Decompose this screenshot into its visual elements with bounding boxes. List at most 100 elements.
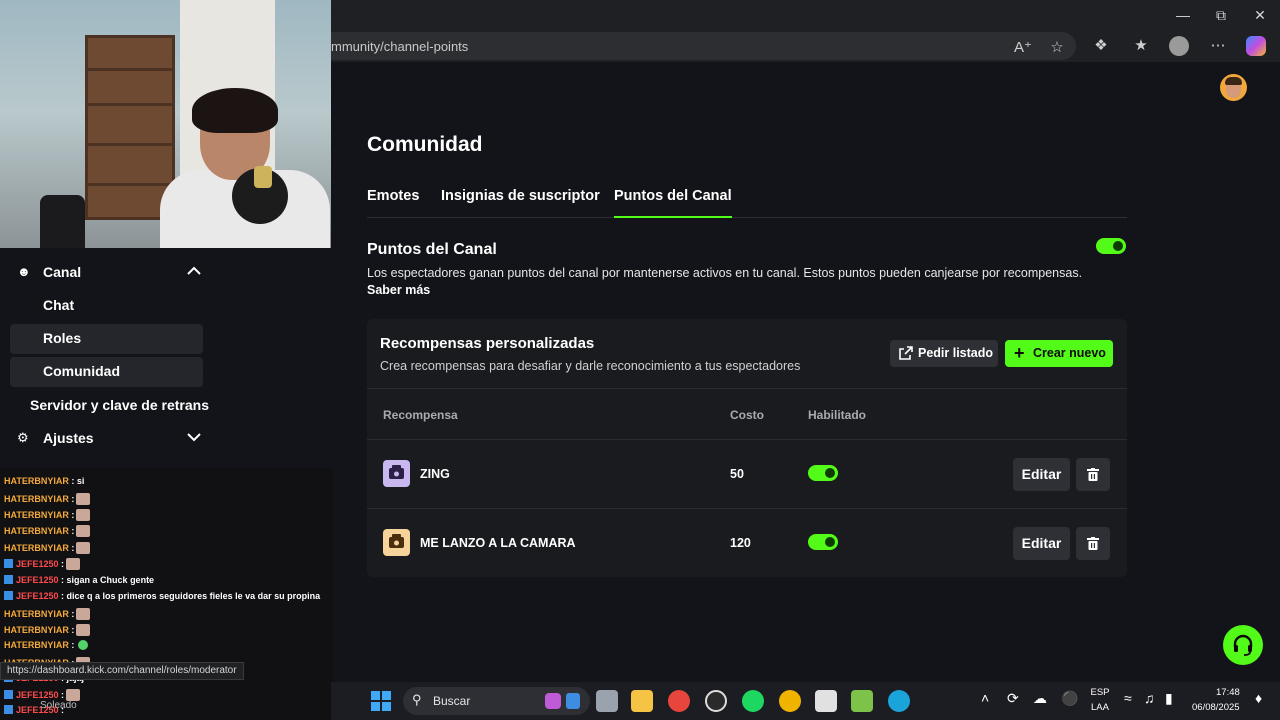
emote-icon bbox=[76, 608, 91, 620]
table-header: Recompensa Costo Habilitado bbox=[367, 388, 1127, 440]
create-new-label: Crear nuevo bbox=[1033, 346, 1106, 360]
sidebar-item-label: Comunidad bbox=[43, 363, 120, 379]
extensions-icon[interactable]: ❖ bbox=[1091, 36, 1111, 56]
edit-button[interactable]: Editar bbox=[1013, 527, 1070, 560]
close-icon[interactable]: ✕ bbox=[1248, 5, 1272, 25]
learn-more-link[interactable]: Saber más bbox=[367, 283, 430, 297]
reward-enabled-toggle[interactable] bbox=[808, 465, 838, 481]
channel-points-toggle[interactable] bbox=[1096, 238, 1126, 254]
edge-icon[interactable] bbox=[888, 690, 910, 712]
notepad-icon[interactable] bbox=[815, 690, 837, 712]
favorite-star-icon[interactable]: ☆ bbox=[1047, 38, 1067, 58]
microphone-capsule bbox=[254, 166, 272, 188]
notification-bell-icon[interactable]: ♦ bbox=[1255, 690, 1262, 706]
tab-emotes[interactable]: Emotes bbox=[367, 188, 419, 204]
emote-icon bbox=[76, 509, 91, 521]
sync-icon[interactable]: ⟳ bbox=[1007, 690, 1019, 707]
external-link-icon bbox=[899, 346, 913, 360]
restore-icon[interactable]: ⧉ bbox=[1209, 5, 1233, 25]
chrome-icon[interactable] bbox=[668, 690, 690, 712]
read-aloud-icon[interactable]: A⁺ bbox=[1013, 38, 1033, 58]
language-bottom[interactable]: LAA bbox=[1089, 702, 1111, 713]
clock-date[interactable]: 06/08/2025 bbox=[1192, 702, 1240, 713]
sidebar-item-chat[interactable]: Chat bbox=[10, 291, 203, 321]
search-highlight-icon bbox=[545, 693, 561, 709]
badge-icon bbox=[4, 690, 13, 699]
reward-cost: 120 bbox=[730, 536, 751, 550]
reward-name: ZING bbox=[420, 467, 450, 481]
windows-start-icon[interactable] bbox=[371, 691, 391, 711]
sidebar-item-comunidad[interactable]: Comunidad bbox=[10, 357, 203, 387]
url-text[interactable]: mmunity/channel-points bbox=[331, 39, 468, 54]
chat-message: HATERBNYIAR : bbox=[4, 640, 89, 656]
volume-icon[interactable]: ♫ bbox=[1144, 690, 1155, 706]
reward-enabled-toggle[interactable] bbox=[808, 534, 838, 550]
chat-message: HATERBNYIAR : bbox=[4, 493, 91, 509]
sidebar-item-servidor[interactable]: Servidor y clave de retrans bbox=[10, 391, 220, 421]
table-row: ME LANZO A LA CAMARA 120 Editar bbox=[367, 509, 1127, 578]
profile-icon[interactable] bbox=[1169, 36, 1189, 56]
chair bbox=[40, 195, 85, 248]
chat-message: JEFE1250 : dice q a los primeros seguido… bbox=[4, 591, 320, 607]
chrome-alt-icon[interactable] bbox=[779, 690, 801, 712]
chat-message: HATERBNYIAR : bbox=[4, 624, 91, 640]
obs-icon[interactable] bbox=[705, 690, 727, 712]
microphone-icon[interactable]: ⚫ bbox=[1061, 690, 1078, 707]
emote-icon bbox=[76, 493, 91, 505]
chevron-up-icon[interactable]: ˄ bbox=[981, 690, 989, 706]
more-menu-icon[interactable]: ⋯ bbox=[1208, 36, 1228, 56]
task-view-icon[interactable] bbox=[596, 690, 618, 712]
minimize-icon[interactable]: — bbox=[1171, 5, 1195, 25]
chevron-up-icon[interactable] bbox=[185, 262, 203, 280]
chat-message: JEFE1250 : sigan a Chuck gente bbox=[4, 575, 154, 591]
search-label: Buscar bbox=[433, 694, 471, 708]
address-bar[interactable]: mmunity/channel-points A⁺ ☆ bbox=[331, 32, 1076, 60]
battery-icon[interactable]: ▮ bbox=[1165, 690, 1173, 707]
android-icon[interactable] bbox=[851, 690, 873, 712]
browser-titlebar: — ⧉ ✕ bbox=[331, 0, 1280, 30]
emote-icon bbox=[76, 542, 91, 554]
bookshelf bbox=[85, 35, 175, 220]
reward-name: ME LANZO A LA CAMARA bbox=[420, 536, 576, 550]
tab-insignias[interactable]: Insignias de suscriptor bbox=[441, 188, 600, 204]
users-icon: ☻ bbox=[17, 264, 31, 279]
taskbar-search[interactable]: ⚲ Buscar bbox=[403, 687, 590, 715]
edit-button[interactable]: Editar bbox=[1013, 458, 1070, 491]
phone-icon bbox=[389, 534, 404, 548]
favorites-icon[interactable]: ★ bbox=[1131, 36, 1151, 56]
page-title: Comunidad bbox=[367, 133, 483, 156]
chevron-down-icon[interactable] bbox=[185, 428, 203, 446]
tab-bar: Emotes Insignias de suscriptor Puntos de… bbox=[367, 180, 1127, 218]
reward-cost: 50 bbox=[730, 467, 744, 481]
copilot-icon[interactable] bbox=[1246, 36, 1266, 56]
file-explorer-icon[interactable] bbox=[631, 690, 653, 712]
rewards-description: Crea recompensas para desafiar y darle r… bbox=[380, 359, 801, 373]
taskbar: ⚲ Buscar ˄ ⟳ ☁ ⚫ ESP LAA ≈ ♫ ▮ 17:48 06/… bbox=[331, 682, 1280, 720]
chat-message: HATERBNYIAR : bbox=[4, 525, 91, 541]
spotify-icon[interactable] bbox=[742, 690, 764, 712]
badge-icon bbox=[4, 705, 13, 714]
sidebar-item-roles[interactable]: Roles bbox=[10, 324, 203, 354]
delete-button[interactable] bbox=[1076, 527, 1110, 560]
phone-icon bbox=[389, 465, 404, 479]
clock-time[interactable]: 17:48 bbox=[1216, 687, 1240, 698]
trash-icon bbox=[1087, 468, 1099, 481]
support-chat-button[interactable] bbox=[1223, 625, 1263, 665]
language-top[interactable]: ESP bbox=[1089, 687, 1111, 698]
wifi-icon[interactable]: ≈ bbox=[1124, 690, 1132, 706]
column-header: Recompensa bbox=[383, 408, 458, 422]
delete-button[interactable] bbox=[1076, 458, 1110, 491]
reward-icon bbox=[383, 460, 410, 487]
plus-icon: + bbox=[1014, 343, 1025, 363]
trash-icon bbox=[1087, 537, 1099, 550]
chat-message: HATERBNYIAR : bbox=[4, 542, 91, 558]
create-new-button[interactable]: + Crear nuevo bbox=[1005, 340, 1113, 367]
sidebar-item-label: Roles bbox=[43, 330, 82, 346]
sidebar-item-ajustes[interactable]: ⚙ Ajustes bbox=[10, 424, 203, 454]
badge-icon bbox=[4, 575, 13, 584]
avatar[interactable] bbox=[1220, 74, 1247, 101]
request-list-button[interactable]: Pedir listado bbox=[890, 340, 998, 367]
sidebar-item-canal[interactable]: ☻ Canal bbox=[10, 258, 203, 288]
tab-puntos-del-canal[interactable]: Puntos del Canal bbox=[614, 188, 732, 218]
cloud-icon[interactable]: ☁ bbox=[1033, 690, 1047, 707]
